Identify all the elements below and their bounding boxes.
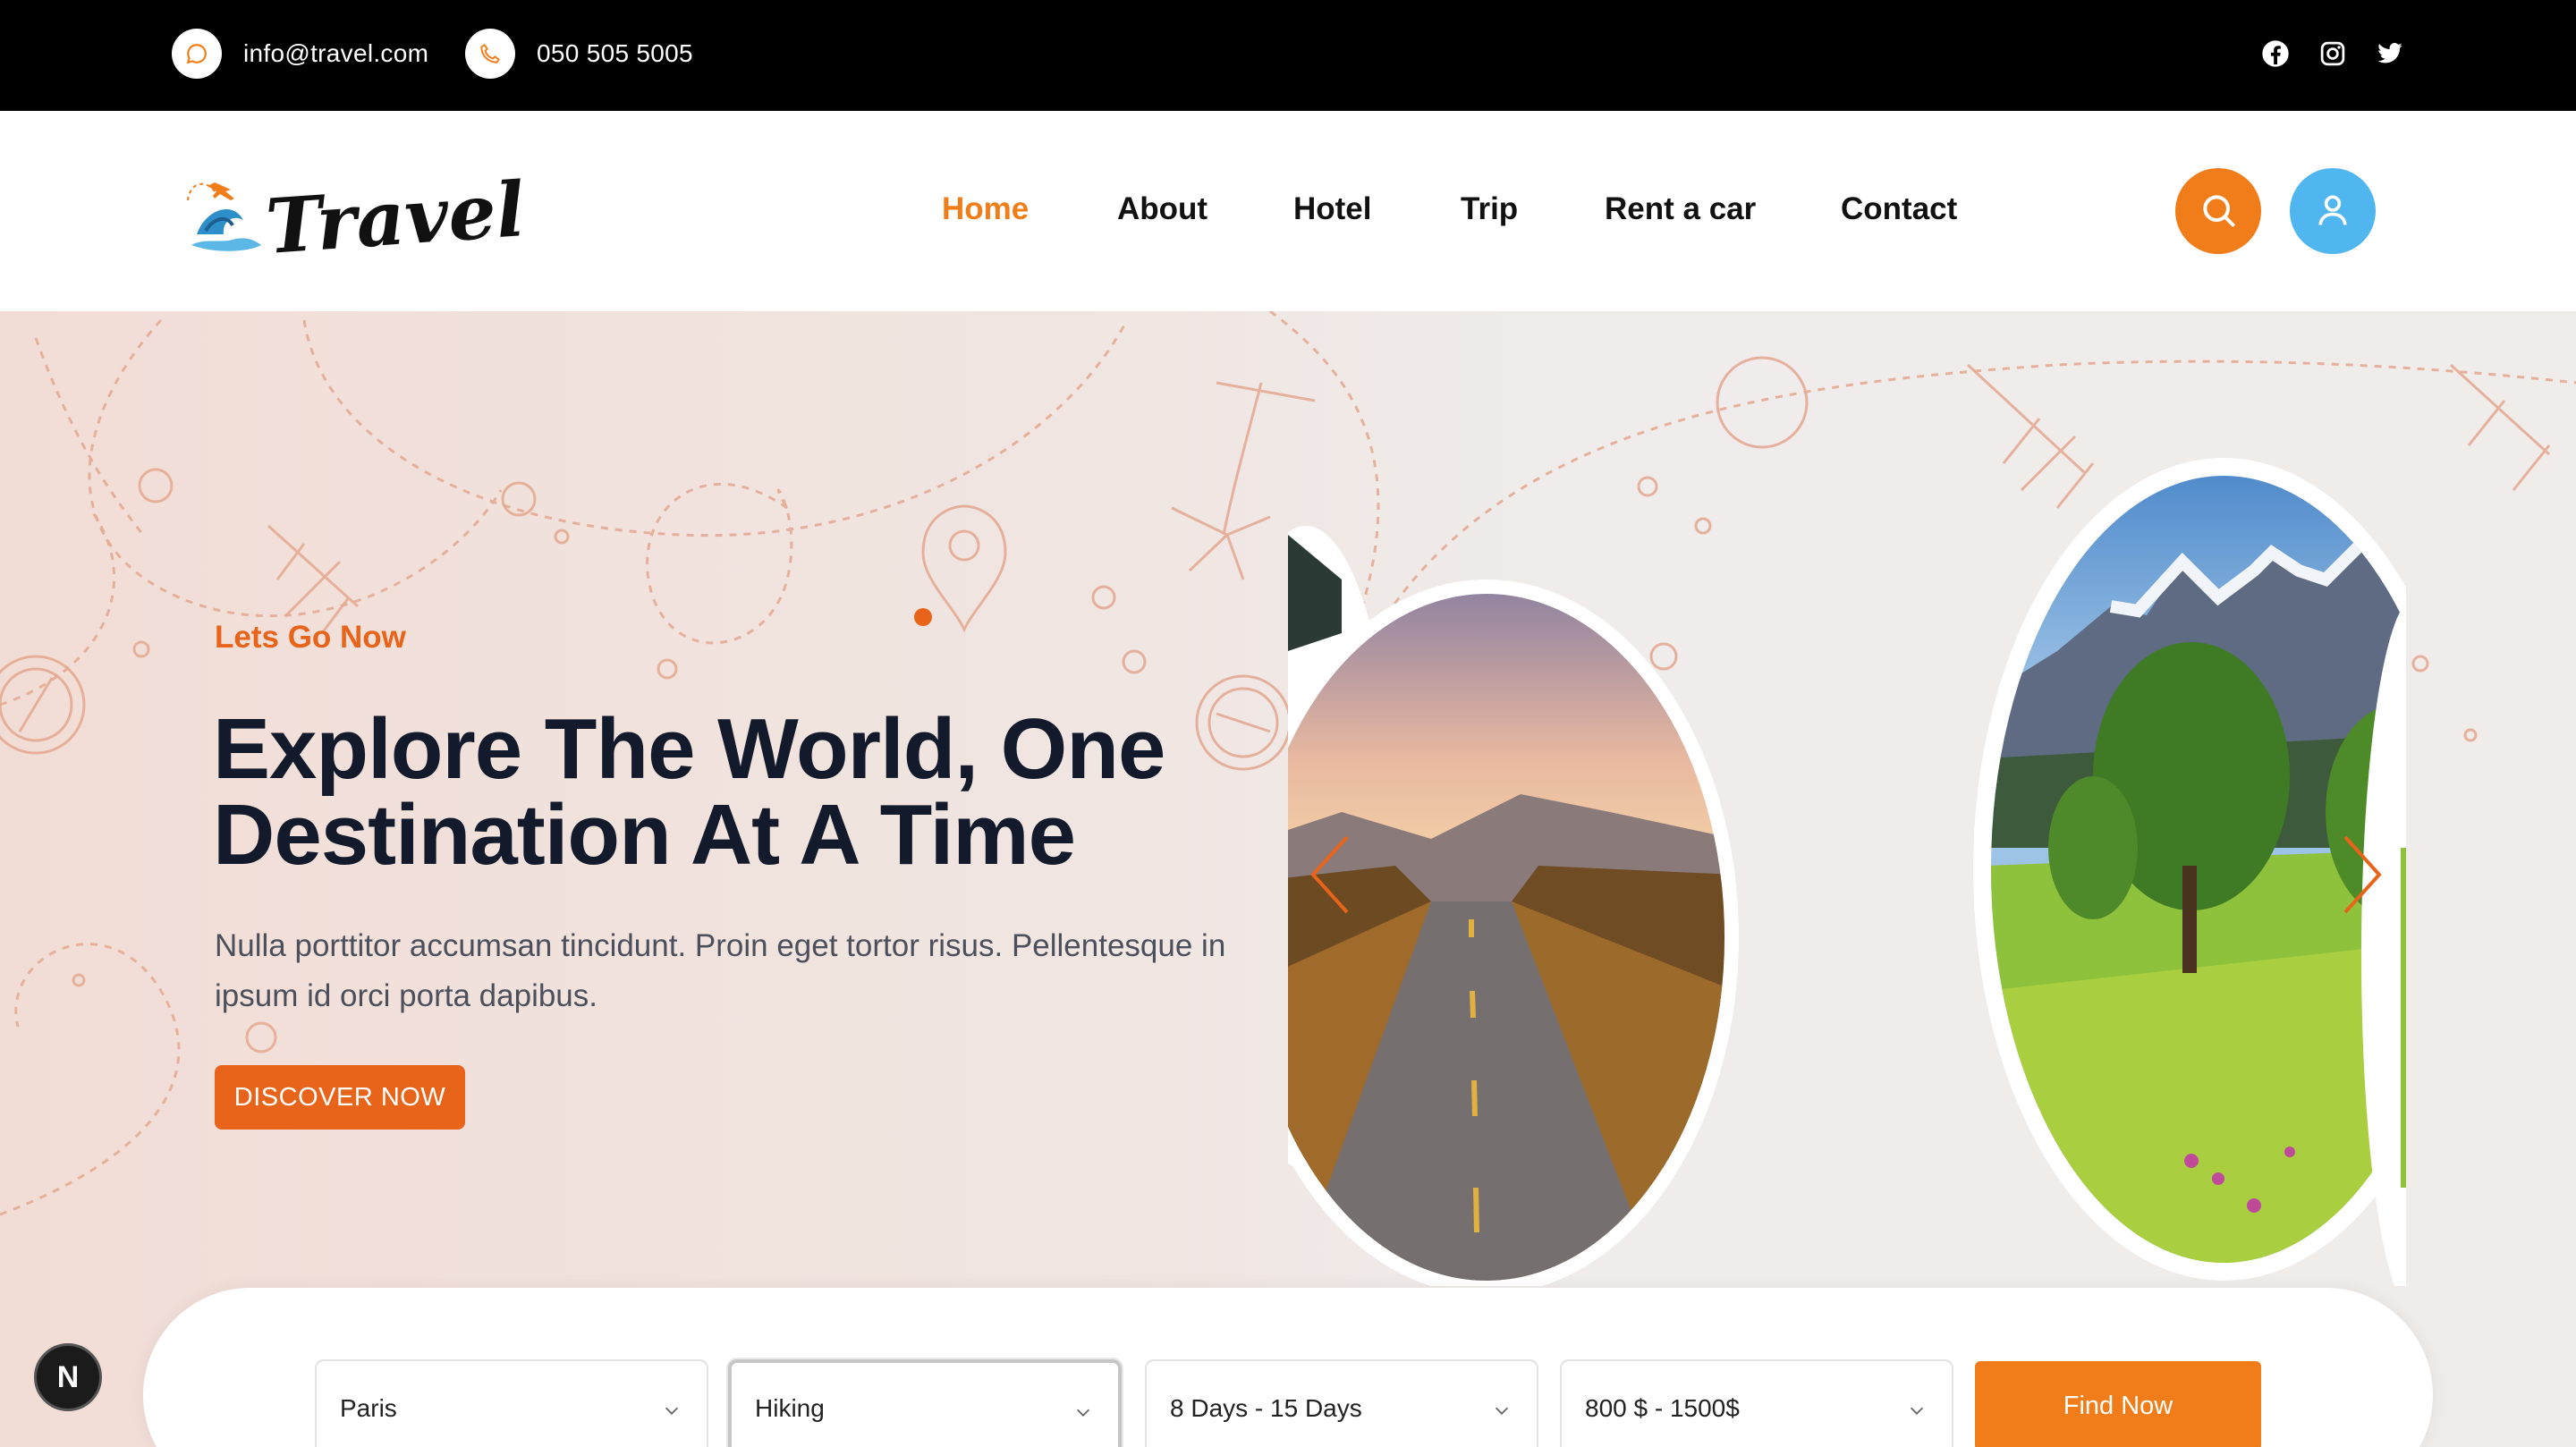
top-bar: info@travel.com 050 505 5005 [0, 0, 2576, 111]
phone-contact[interactable]: 050 505 5005 [465, 27, 693, 80]
duration-value: 8 Days - 15 Days [1170, 1394, 1362, 1422]
hero-title: Explore The World, One Destination At A … [213, 707, 1376, 878]
search-button[interactable] [2175, 168, 2261, 254]
destination-select[interactable]: Paris [315, 1359, 708, 1447]
hero-description: Nulla porttitor accumsan tincidunt. Proi… [215, 928, 1226, 1013]
main-header: Travel Home About Hotel Trip Rent a car … [0, 111, 2576, 311]
hero-title-line-2: Destination At A Time [213, 787, 1076, 883]
activity-value: Hiking [755, 1394, 825, 1422]
user-button[interactable] [2290, 168, 2376, 254]
user-icon [2313, 190, 2352, 233]
destination-slider [1288, 311, 2406, 1286]
price-value: 800 $ - 1500$ [1585, 1394, 1740, 1422]
slider-next-arrow[interactable] [2334, 830, 2388, 919]
search-icon [2199, 190, 2238, 233]
phone-icon [465, 29, 515, 79]
hero-title-line-1: Explore The World, One [213, 701, 1165, 797]
price-select[interactable]: 800 $ - 1500$ [1560, 1359, 1953, 1447]
site-logo[interactable]: Travel [179, 156, 546, 272]
svg-text:Travel: Travel [263, 165, 527, 271]
slider-prev-arrow[interactable] [1304, 830, 1358, 919]
nav-contact[interactable]: Contact [1841, 191, 1957, 227]
nav-home[interactable]: Home [942, 191, 1029, 227]
twitter-icon[interactable] [2372, 36, 2408, 72]
slide-image-road[interactable] [1288, 580, 1739, 1286]
hero-section: Lets Go Now Explore The World, One Desti… [0, 311, 2576, 1447]
nav-trip[interactable]: Trip [1461, 191, 1518, 227]
hero-eyebrow: Lets Go Now [215, 620, 406, 655]
nextjs-dev-badge[interactable]: N [34, 1343, 102, 1411]
nav-rent-a-car[interactable]: Rent a car [1605, 191, 1756, 227]
email-text[interactable]: info@travel.com [243, 39, 428, 68]
discover-now-button[interactable]: DISCOVER NOW [215, 1065, 465, 1130]
nav-about[interactable]: About [1117, 191, 1208, 227]
chat-icon [172, 29, 222, 79]
destination-value: Paris [340, 1394, 397, 1422]
find-now-button[interactable]: Find Now [1975, 1361, 2261, 1447]
chevron-down-icon [1495, 1407, 1509, 1415]
instagram-icon[interactable] [2315, 36, 2351, 72]
nav-hotel[interactable]: Hotel [1293, 191, 1372, 227]
duration-select[interactable]: 8 Days - 15 Days [1145, 1359, 1538, 1447]
chevron-down-icon [1910, 1407, 1924, 1415]
email-contact[interactable]: info@travel.com [172, 27, 428, 80]
facebook-icon[interactable] [2258, 36, 2293, 72]
phone-text[interactable]: 050 505 5005 [537, 39, 693, 68]
chevron-down-icon [665, 1407, 679, 1415]
chevron-down-icon [1076, 1409, 1090, 1417]
activity-select[interactable]: Hiking [728, 1359, 1122, 1447]
